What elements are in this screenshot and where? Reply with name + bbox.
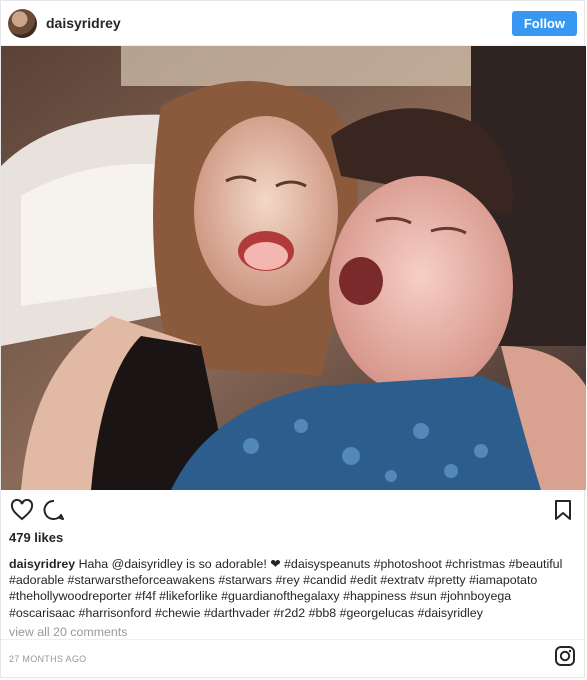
- post-photo[interactable]: [1, 46, 586, 490]
- post-header: daisyridrey Follow: [1, 1, 584, 46]
- post-timestamp: 27 MONTHS AGO: [9, 653, 87, 664]
- view-comments-link[interactable]: view all 20 comments: [1, 625, 584, 639]
- post-footer: 27 MONTHS AGO: [1, 639, 584, 677]
- post-caption: daisyridrey Haha @daisyridley is so ador…: [1, 556, 584, 621]
- comment-icon[interactable]: [41, 497, 67, 523]
- username[interactable]: daisyridrey: [46, 15, 121, 31]
- bookmark-icon[interactable]: [550, 497, 576, 523]
- follow-button[interactable]: Follow: [511, 10, 577, 36]
- instagram-icon[interactable]: [554, 645, 576, 672]
- caption-text: Haha @daisyridley is so adorable! ❤ #dai…: [9, 557, 563, 620]
- instagram-post-card: daisyridrey Follow 479 likes daisyridrey…: [0, 0, 586, 678]
- caption-username[interactable]: daisyridrey: [9, 557, 75, 571]
- photo-illustration: [1, 46, 586, 490]
- heart-icon[interactable]: [9, 497, 35, 523]
- likes-count[interactable]: 479 likes: [1, 530, 584, 545]
- post-actions: [1, 490, 584, 530]
- avatar[interactable]: [8, 8, 37, 38]
